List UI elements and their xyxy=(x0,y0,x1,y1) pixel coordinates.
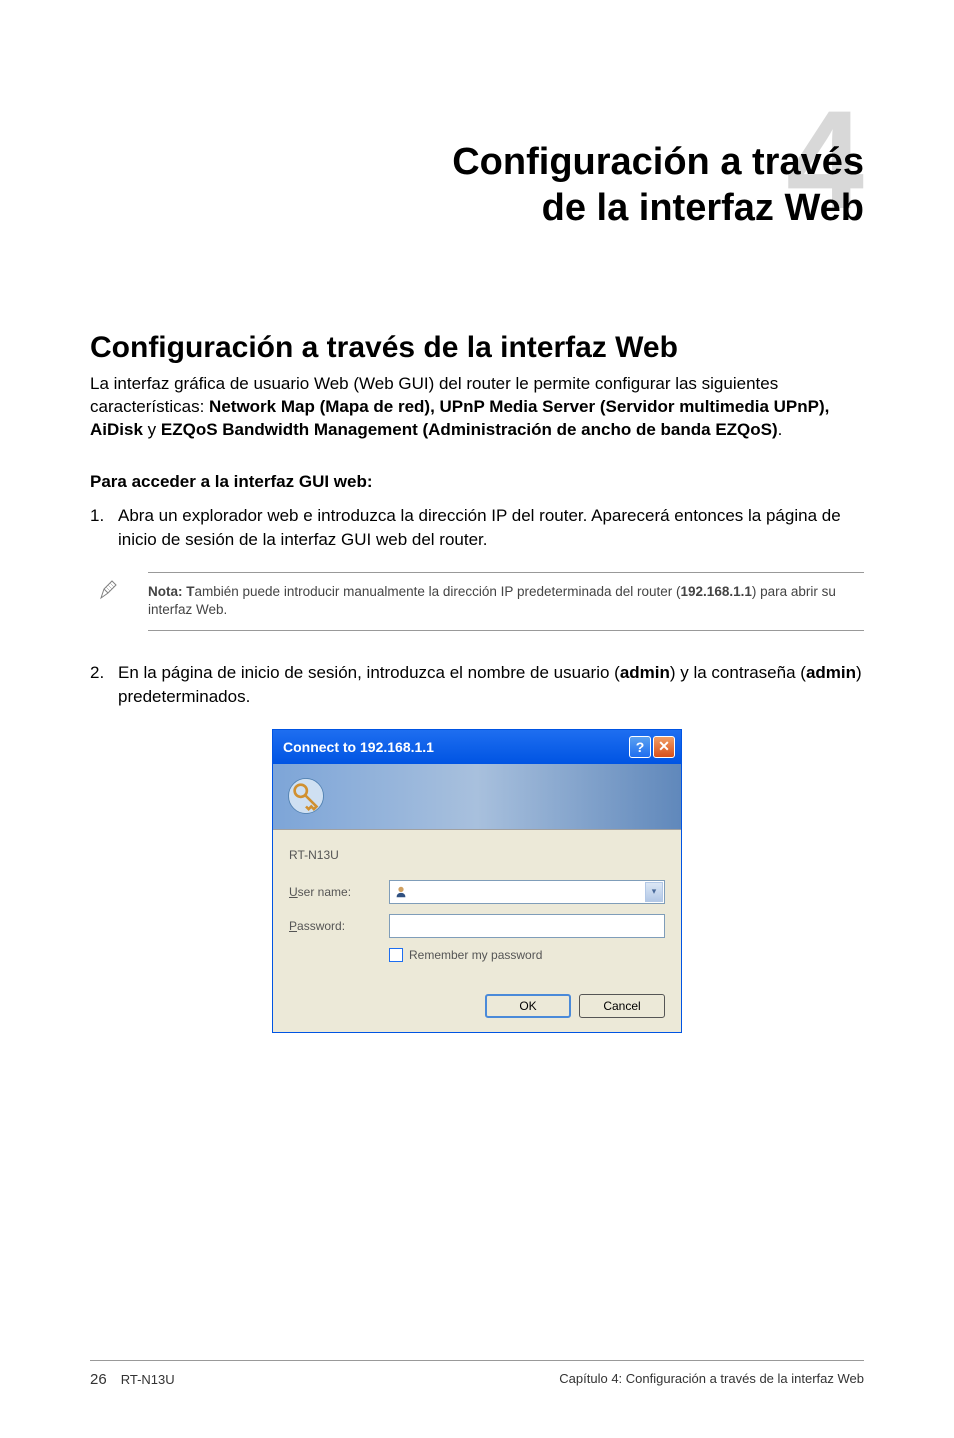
intro-paragraph: La interfaz gráfica de usuario Web (Web … xyxy=(90,373,864,442)
username-label: User name: xyxy=(289,885,389,899)
dialog-banner xyxy=(273,764,681,830)
username-input[interactable]: ▾ xyxy=(389,880,665,904)
footer-chapter: Capítulo 4: Configuración a través de la… xyxy=(559,1371,864,1388)
cancel-button[interactable]: Cancel xyxy=(579,994,665,1018)
footer-model: RT-N13U xyxy=(121,1372,175,1387)
help-button[interactable]: ? xyxy=(629,736,651,758)
close-button[interactable]: ✕ xyxy=(653,736,675,758)
step-1: 1. Abra un explorador web e introduzca l… xyxy=(90,504,864,552)
chapter-title-line2: de la interfaz Web xyxy=(542,187,864,229)
username-label-text: ser name: xyxy=(298,885,351,899)
device-label: RT-N13U xyxy=(289,848,665,862)
auth-dialog: Connect to 192.168.1.1 ? ✕ RT-N13U User … xyxy=(272,729,682,1033)
steps-heading: Para acceder a la interfaz GUI web: xyxy=(90,472,864,492)
chapter-title: Configuración a través de la interfaz We… xyxy=(90,140,864,231)
step-2-mid: ) y la contraseña ( xyxy=(670,663,806,682)
page-number: 26 xyxy=(90,1371,107,1388)
password-input[interactable] xyxy=(389,914,665,938)
note-content: Nota: También puede introducir manualmen… xyxy=(148,572,864,632)
note-ip: 192.168.1.1 xyxy=(681,584,752,599)
password-accel: P xyxy=(289,919,297,933)
step-2-bold2: admin xyxy=(806,663,856,682)
note-prefix: Nota: T xyxy=(148,584,195,599)
section-title: Configuración a través de la interfaz We… xyxy=(90,331,864,365)
step-2-number: 2. xyxy=(90,661,118,709)
intro-mid: y xyxy=(143,420,161,439)
password-label-text: assword: xyxy=(297,919,345,933)
step-2-pre: En la página de inicio de sesión, introd… xyxy=(118,663,620,682)
step-2: 2. En la página de inicio de sesión, int… xyxy=(90,661,864,709)
remember-label-text: emember my password xyxy=(418,948,543,962)
dialog-title-text: Connect to 192.168.1.1 xyxy=(283,739,434,755)
chevron-down-icon[interactable]: ▾ xyxy=(645,882,663,902)
ok-button[interactable]: OK xyxy=(485,994,571,1018)
dialog-titlebar[interactable]: Connect to 192.168.1.1 ? ✕ xyxy=(273,730,681,764)
remember-checkbox-row[interactable]: Remember my password xyxy=(389,948,665,962)
pencil-icon xyxy=(98,572,128,606)
step-1-text: Abra un explorador web e introduzca la d… xyxy=(118,504,864,552)
remember-label: Remember my password xyxy=(409,948,542,962)
page-footer: 26 RT-N13U Capítulo 4: Configuración a t… xyxy=(90,1360,864,1388)
step-2-text: En la página de inicio de sesión, introd… xyxy=(118,661,864,709)
intro-post: . xyxy=(778,420,783,439)
key-icon xyxy=(285,775,327,817)
remember-accel: R xyxy=(409,948,418,962)
chapter-title-line1: Configuración a través xyxy=(452,141,864,183)
note-box: Nota: También puede introducir manualmen… xyxy=(90,572,864,632)
step-1-number: 1. xyxy=(90,504,118,552)
note-text1: ambién puede introducir manualmente la d… xyxy=(195,584,681,599)
username-accel: U xyxy=(289,885,298,899)
password-label: Password: xyxy=(289,919,389,933)
user-icon xyxy=(394,885,408,899)
step-2-bold1: admin xyxy=(620,663,670,682)
checkbox-icon[interactable] xyxy=(389,948,403,962)
intro-bold2: EZQoS Bandwidth Management (Administraci… xyxy=(161,420,778,439)
